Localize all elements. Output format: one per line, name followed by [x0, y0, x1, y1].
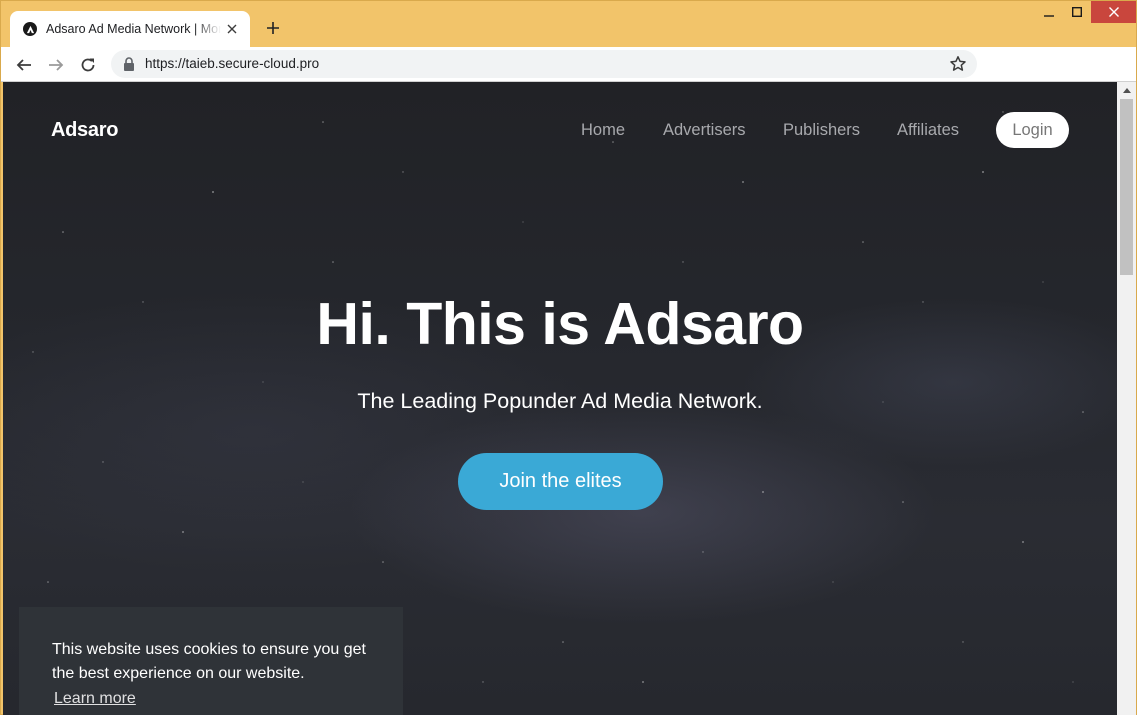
hero-title: Hi. This is Adsaro: [316, 291, 804, 357]
star-icon[interactable]: [949, 55, 967, 73]
page-scrollbar[interactable]: [1117, 82, 1136, 715]
forward-button[interactable]: [45, 54, 67, 76]
back-arrow-icon: [16, 59, 31, 71]
reload-button[interactable]: [77, 54, 99, 76]
close-icon[interactable]: [224, 21, 240, 37]
tab-strip: Adsaro Ad Media Network | Monetize: [1, 1, 1136, 47]
reload-icon: [81, 58, 95, 72]
window-controls: [1035, 1, 1136, 25]
active-tab[interactable]: Adsaro Ad Media Network | Monetize: [10, 11, 250, 47]
minimize-button[interactable]: [1035, 1, 1063, 23]
learn-more-link[interactable]: Learn more: [54, 690, 136, 708]
cookie-banner: This website uses cookies to ensure you …: [19, 607, 403, 715]
nav-affiliates[interactable]: Affiliates: [897, 121, 959, 140]
window-close-button[interactable]: [1091, 1, 1136, 23]
back-button[interactable]: [13, 54, 35, 76]
page-viewport: Adsaro Home Advertisers Publishers Affil…: [3, 82, 1117, 715]
maximize-icon: [1072, 7, 1082, 17]
lock-icon: [124, 57, 134, 71]
login-button[interactable]: Login: [996, 112, 1069, 148]
browser-toolbar: https://taieb.secure-cloud.pro: [1, 47, 1136, 82]
maximize-button[interactable]: [1063, 1, 1091, 23]
nav-publishers[interactable]: Publishers: [783, 121, 860, 140]
scroll-up-button[interactable]: [1117, 82, 1136, 99]
nav-advertisers[interactable]: Advertisers: [663, 121, 746, 140]
scrollbar-thumb[interactable]: [1120, 99, 1133, 275]
new-tab-button[interactable]: [263, 18, 283, 38]
chevron-up-icon: [1122, 88, 1131, 93]
site-logo[interactable]: Adsaro: [51, 119, 118, 142]
forward-arrow-icon: [49, 59, 64, 71]
browser-window: Adsaro Ad Media Network | Monetize: [0, 0, 1137, 715]
adsaro-logo-icon: [23, 22, 37, 36]
join-button[interactable]: Join the elites: [458, 453, 663, 510]
url-text: https://taieb.secure-cloud.pro: [145, 56, 320, 71]
cookie-message: This website uses cookies to ensure you …: [52, 641, 366, 682]
hero-subtitle: The Leading Popunder Ad Media Network.: [357, 389, 763, 413]
minimize-icon: [1044, 15, 1054, 17]
address-bar[interactable]: https://taieb.secure-cloud.pro: [111, 50, 977, 78]
close-icon: [1108, 7, 1119, 17]
nav-home[interactable]: Home: [581, 121, 625, 140]
tab-title: Adsaro Ad Media Network | Monetize: [46, 22, 221, 36]
plus-icon: [267, 22, 279, 34]
